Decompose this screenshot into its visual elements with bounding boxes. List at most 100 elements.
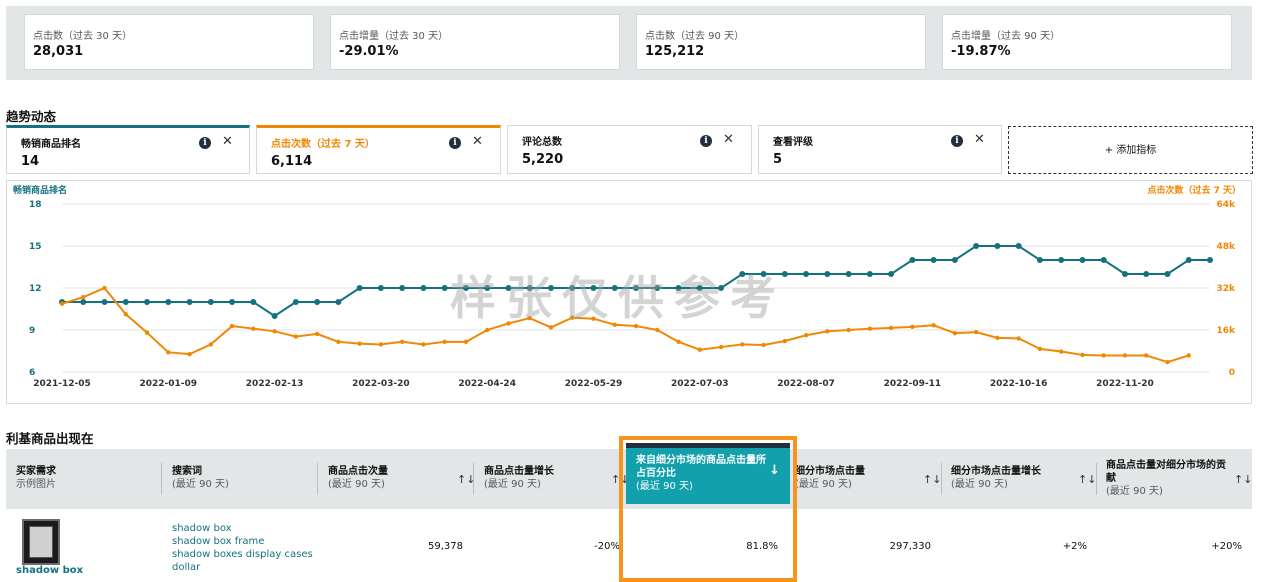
clicks-data-point (931, 323, 936, 328)
clicks-data-point (718, 344, 724, 350)
info-icon[interactable]: i (449, 137, 461, 149)
add-metric-button[interactable]: + 添加指标 (1008, 126, 1253, 174)
metric-card-reviews[interactable]: 评论总数 5,220 i ✕ (507, 125, 752, 174)
rank-data-point (1164, 271, 1171, 277)
sort-icon[interactable]: ↑↓ (1234, 473, 1252, 486)
rank-data-point (973, 243, 980, 249)
search-term-link[interactable]: shadow box frame (172, 535, 313, 548)
clicks-data-point (825, 329, 830, 334)
niche-share-cell: 81.8% (626, 509, 790, 578)
rank-data-point (803, 271, 810, 277)
y-left-tick-label: 6 (29, 368, 35, 378)
rank-data-point (229, 299, 236, 305)
sort-icon[interactable]: ↑↓ (1078, 473, 1096, 486)
rank-data-point (80, 299, 87, 305)
clicks-data-point (1101, 353, 1106, 358)
sort-desc-icon[interactable]: ↓ (769, 464, 780, 477)
close-icon[interactable]: ✕ (222, 134, 233, 149)
product-image[interactable] (22, 519, 60, 565)
rank-data-point (824, 271, 831, 277)
stat-label: 点击增量（过去 90 天） (951, 31, 1061, 42)
clicks-data-point (803, 333, 809, 338)
search-term-link[interactable]: shadow box (172, 522, 313, 535)
search-term-link[interactable]: dollar (172, 561, 313, 574)
x-tick-label: 2022-05-29 (565, 379, 623, 389)
close-icon[interactable]: ✕ (472, 134, 483, 149)
metric-label: 畅销商品排名 (21, 139, 81, 150)
header-search-terms[interactable]: 搜索词 (最近 90 天) (172, 465, 229, 491)
y-left-tick-label: 12 (29, 284, 42, 294)
rank-data-point (250, 299, 257, 305)
rank-data-point (930, 257, 937, 263)
metric-card-rating[interactable]: 查看评级 5 i ✕ (758, 125, 1002, 174)
metric-label: 点击次数（过去 7 天） (271, 139, 375, 150)
header-niche-clicks[interactable]: 细分市场点击量 (最近 90 天) (795, 465, 865, 491)
rank-data-point (1121, 271, 1128, 277)
watermark-text: 样张仅供参考 (450, 271, 786, 325)
info-icon[interactable]: i (700, 135, 712, 147)
clicks-data-point (81, 294, 86, 300)
clicks-data-point (399, 339, 405, 345)
clicks-data-point (1165, 359, 1170, 365)
search-term-link[interactable]: shadow boxes display cases (172, 548, 313, 561)
clicks-data-point (1122, 353, 1128, 358)
rank-data-point (314, 299, 321, 305)
clicks-data-point (378, 342, 384, 347)
clicks-data-point (761, 342, 766, 348)
clicks-data-point (293, 334, 299, 339)
clicks-data-point (314, 331, 320, 337)
clicks-data-point (1037, 346, 1043, 352)
clicks-data-point (888, 325, 894, 331)
rank-data-point (335, 299, 342, 305)
info-icon[interactable]: i (199, 137, 211, 149)
rank-data-point (420, 285, 427, 291)
metric-label: 查看评级 (773, 137, 813, 148)
header-product-clicks[interactable]: 商品点击次量 (最近 90 天) (328, 465, 388, 491)
header-contribution[interactable]: 商品点击量对细分市场的贡献 (最近 90 天) (1106, 459, 1226, 498)
stat-value: 125,212 (645, 44, 705, 59)
y-left-axis-label: 畅销商品排名 (13, 184, 67, 196)
stat-card-clicks-30d: 点击数（过去 30 天） 28,031 (24, 14, 314, 70)
clicks-data-point (357, 341, 362, 346)
x-tick-label: 2022-10-16 (990, 379, 1048, 389)
contribution-value: +20% (1211, 541, 1242, 552)
clicks-data-point (123, 312, 128, 317)
header-niche-click-growth[interactable]: 细分市场点击量增长 (最近 90 天) (951, 465, 1041, 491)
stat-label: 点击增量（过去 30 天） (339, 31, 449, 42)
info-icon[interactable]: i (951, 135, 963, 147)
rank-data-point (165, 299, 172, 305)
rank-data-point (271, 313, 278, 319)
product-name-link[interactable]: shadow box (16, 565, 83, 576)
clicks-data-point (1016, 336, 1021, 341)
clicks-data-point (59, 301, 65, 306)
clicks-data-point (166, 350, 171, 355)
rank-data-point (441, 285, 448, 291)
metric-value: 14 (21, 154, 40, 169)
stat-card-clicks-90d: 点击数（过去 90 天） 125,212 (636, 14, 926, 70)
rank-data-point (356, 285, 363, 291)
header-buyer-demand: 买家需求 示例图片 (16, 466, 56, 490)
header-product-click-growth[interactable]: 商品点击量增长 (最近 90 天) (484, 465, 554, 491)
metric-card-bsr[interactable]: 畅销商品排名 14 i ✕ (6, 125, 250, 174)
rank-data-point (1185, 257, 1192, 263)
clicks-data-point (655, 327, 660, 333)
y-right-tick-label: 0 (1229, 368, 1235, 378)
x-tick-label: 2022-08-07 (777, 379, 835, 389)
x-tick-label: 2021-12-05 (33, 379, 91, 389)
sort-icon[interactable]: ↑↓ (923, 473, 941, 486)
x-tick-label: 2022-01-09 (140, 379, 198, 389)
clicks-data-point (910, 324, 915, 330)
y-left-tick-label: 9 (29, 326, 35, 336)
close-icon[interactable]: ✕ (723, 132, 734, 147)
clicks-data-point (463, 339, 469, 345)
x-tick-label: 2022-04-24 (458, 379, 516, 389)
y-right-tick-label: 64k (1216, 200, 1236, 210)
rank-data-point (377, 285, 384, 291)
x-tick-label: 2022-07-03 (671, 379, 729, 389)
x-tick-label: 2022-03-20 (352, 379, 410, 389)
y-right-tick-label: 32k (1216, 284, 1236, 294)
header-niche-share[interactable]: 来自细分市场的商品点击量所占百分比 (最近 90 天) ↓ (626, 443, 790, 504)
metric-card-clicks-7d[interactable]: 点击次数（过去 7 天） 6,114 i ✕ (256, 125, 501, 174)
clicks-data-point (251, 326, 256, 331)
close-icon[interactable]: ✕ (974, 132, 985, 147)
